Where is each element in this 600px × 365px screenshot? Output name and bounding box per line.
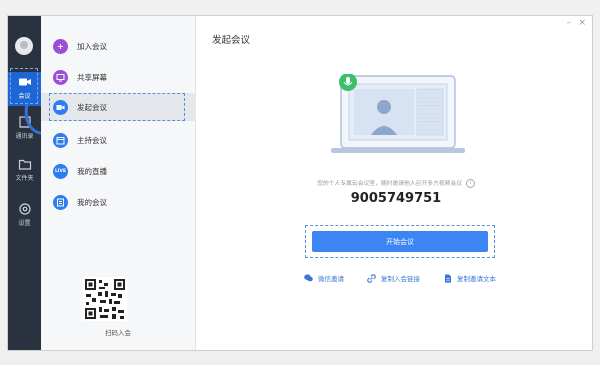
- menu-item-my-meetings[interactable]: 我的会议: [41, 188, 195, 216]
- link-icon: [367, 273, 376, 283]
- copy-join-link[interactable]: 复制入会链接: [367, 273, 420, 283]
- menu-item-label: 主持会议: [77, 135, 107, 145]
- link-label: 复制邀请文本: [457, 275, 496, 283]
- meeting-illustration: [331, 74, 465, 153]
- wechat-icon: [304, 274, 313, 282]
- menu-item-label: 我的直播: [77, 166, 107, 176]
- qr-label: 扫码入会: [105, 329, 131, 337]
- plus-icon: +: [53, 38, 68, 54]
- page-title: 发起会议: [212, 35, 251, 46]
- rail-item-folder[interactable]: 文件夹: [8, 154, 41, 188]
- rail-item-settings[interactable]: 设置: [8, 199, 41, 233]
- rail-highlight-box: [10, 68, 38, 104]
- personal-meeting-id[interactable]: 9005749751: [256, 191, 536, 206]
- avatar[interactable]: [15, 37, 33, 55]
- menu-item-host-meeting[interactable]: 主持会议: [41, 126, 195, 154]
- minimize-button[interactable]: –: [567, 18, 572, 28]
- menu-item-join[interactable]: + 加入会议: [41, 32, 195, 60]
- menu-highlight-box: [49, 93, 185, 121]
- meeting-list-icon: [53, 194, 68, 210]
- nav-rail: 会议 通讯录 文件夹 设置: [8, 16, 41, 350]
- start-meeting-button[interactable]: 开始会议: [312, 231, 488, 252]
- document-icon: [445, 274, 451, 282]
- info-icon[interactable]: i: [465, 179, 475, 188]
- qr-code[interactable]: [83, 277, 127, 321]
- pmi-hint: 您的个人专属云会议室，随时邀请他人召开多方视频会议 i: [256, 178, 536, 188]
- menu-item-label: 加入会议: [77, 41, 107, 51]
- meeting-menu: + 加入会议 共享屏幕 发起会议 主持会议 LIVE 我的直播 我的会议 扫码入…: [41, 16, 196, 350]
- link-label: 复制入会链接: [381, 275, 420, 283]
- menu-item-label: 我的会议: [77, 197, 107, 207]
- pmi-hint-text: 您的个人专属云会议室，随时邀请他人召开多方视频会议: [317, 181, 463, 187]
- folder-icon: [18, 159, 31, 170]
- rail-item-label: 文件夹: [15, 175, 34, 182]
- link-label: 微信邀请: [318, 275, 344, 283]
- main-panel: 发起会议 – × 您的个人专属云会议室，随时邀请他人召开多方视频会议 i 900…: [196, 16, 592, 350]
- close-button[interactable]: ×: [578, 18, 586, 28]
- menu-item-label: 共享屏幕: [77, 72, 107, 82]
- menu-item-share-screen[interactable]: 共享屏幕: [41, 63, 195, 91]
- calendar-icon: [53, 132, 68, 148]
- gear-icon: [18, 203, 31, 215]
- screen-share-icon: [53, 69, 68, 85]
- rail-item-label: 设置: [18, 220, 31, 227]
- invite-links: 微信邀请 复制入会链接 复制邀请文本: [196, 273, 592, 287]
- menu-item-my-live[interactable]: LIVE 我的直播: [41, 157, 195, 185]
- app-window: 会议 通讯录 文件夹 设置 + 加入会议 共享屏幕 发起会议 主持会议 LIVE…: [7, 15, 593, 351]
- wechat-invite-link[interactable]: 微信邀请: [304, 273, 344, 283]
- live-icon: LIVE: [53, 163, 68, 179]
- copy-invite-text-link[interactable]: 复制邀请文本: [444, 273, 496, 283]
